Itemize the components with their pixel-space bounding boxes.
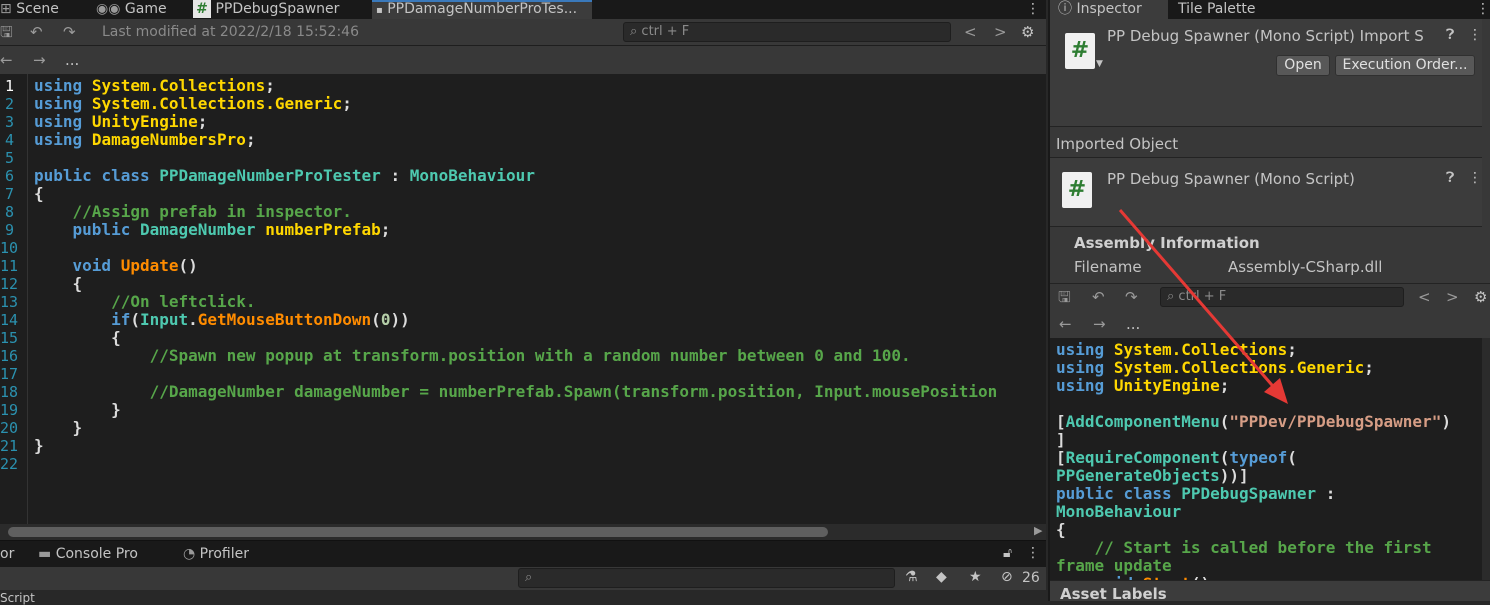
hidden-count-badge: 26 xyxy=(1022,570,1040,586)
search-next-button[interactable]: > xyxy=(994,23,1007,41)
line-number: 9 xyxy=(4,221,14,239)
forward-arrow-icon[interactable]: → xyxy=(33,51,46,69)
save-icon[interactable]: 🖫 xyxy=(0,23,13,41)
line-number: 14 xyxy=(0,311,19,329)
console-icon: ▬ xyxy=(38,546,52,562)
grid-icon: ⊞ xyxy=(0,1,12,17)
line-number: 17 xyxy=(0,365,19,383)
line-number: 16 xyxy=(0,347,19,365)
search-input[interactable]: ⌕ ctrl + F xyxy=(623,22,951,42)
line-number: 7 xyxy=(4,185,14,203)
console-footer-text: Script xyxy=(0,591,35,605)
tab-menu-icon[interactable]: ⋮ xyxy=(1026,545,1040,561)
line-number: 8 xyxy=(4,203,14,221)
star-icon[interactable]: ★ xyxy=(969,569,982,585)
tab-game[interactable]: ◉◉ Game xyxy=(96,0,186,19)
line-number: 4 xyxy=(4,131,14,149)
inspector-window: ⓘ Inspector Tile Palette ⋮ # ▼ PP Debug … xyxy=(1048,0,1490,603)
annotation-arrow-icon xyxy=(1118,209,1288,404)
console-content: Script xyxy=(0,590,1046,605)
line-number: 15 xyxy=(0,329,19,347)
line-number: 20 xyxy=(0,419,19,437)
tag-icon[interactable]: ◆ xyxy=(936,569,947,585)
line-number: 21 xyxy=(0,437,19,455)
search-icon: ⌕ xyxy=(630,24,638,39)
line-number-gutter: 1 2 3 4 5 6 7 8 9 10 11 12 13 14 15 16 1… xyxy=(0,74,28,524)
line-number: 11 xyxy=(0,257,19,275)
navigation-bar: ← → ... xyxy=(0,46,1046,74)
line-number: 10 xyxy=(0,239,19,257)
line-number: 12 xyxy=(0,275,19,293)
line-number: 18 xyxy=(0,383,19,401)
line-number: 22 xyxy=(0,455,19,473)
line-number: 6 xyxy=(4,167,14,185)
tab-profiler[interactable]: ◔ Profiler xyxy=(183,546,249,562)
bottom-tab-bar: or ▬ Console Pro ◔ Profiler 🔓︎ ⋮ xyxy=(0,540,1046,567)
script-icon: ▪ xyxy=(376,5,383,16)
scroll-right-arrow-icon[interactable]: ▶ xyxy=(1034,524,1042,537)
back-arrow-icon[interactable]: ← xyxy=(0,51,13,69)
line-number: 13 xyxy=(0,293,19,311)
line-number: 5 xyxy=(4,149,14,167)
tab-partial[interactable]: or xyxy=(0,546,14,562)
hidden-eye-icon[interactable]: ⊘ xyxy=(1001,569,1013,585)
line-number: 3 xyxy=(4,113,14,131)
code-text: using System.Collections; using System.C… xyxy=(34,76,1007,455)
code-editor-window: ⊞ Scene ◉◉ Game # PPDebugSpawner ▪ PPDam… xyxy=(0,0,1046,605)
bottom-toolbar: ⌕ ⚗ ◆ ★ ⊘ 26 xyxy=(0,567,1046,590)
last-modified-label: Last modified at 2022/2/18 15:52:46 xyxy=(102,24,359,40)
redo-icon[interactable]: ↷ xyxy=(63,23,76,41)
undo-icon[interactable]: ↶ xyxy=(30,23,43,41)
settings-gear-icon[interactable]: ⚙ xyxy=(1021,23,1034,41)
line-number: 1 xyxy=(4,77,14,95)
lock-icon[interactable]: 🔓︎ xyxy=(1003,545,1012,561)
editor-toolbar: 🖫 ↶ ↷ Last modified at 2022/2/18 15:52:4… xyxy=(0,19,1046,46)
line-number: 19 xyxy=(0,401,19,419)
search-icon: ⌕ xyxy=(525,570,533,585)
csharp-script-icon: # xyxy=(193,0,211,18)
tab-menu-icon[interactable]: ⋮ xyxy=(1026,0,1040,19)
console-search-input[interactable]: ⌕ xyxy=(518,568,895,588)
scrollbar-thumb[interactable] xyxy=(8,527,828,537)
tab-bar: ⊞ Scene ◉◉ Game # PPDebugSpawner ▪ PPDam… xyxy=(0,0,1046,19)
more-button[interactable]: ... xyxy=(65,51,79,69)
tab-console-pro[interactable]: ▬ Console Pro xyxy=(38,546,138,562)
filter-icon[interactable]: ⚗ xyxy=(905,569,918,585)
search-prev-button[interactable]: < xyxy=(964,23,977,41)
profiler-icon: ◔ xyxy=(183,546,196,562)
code-area[interactable]: 1 2 3 4 5 6 7 8 9 10 11 12 13 14 15 16 1… xyxy=(0,74,1046,524)
line-number: 2 xyxy=(4,95,14,113)
horizontal-scrollbar[interactable]: ▶ xyxy=(0,524,1046,540)
tab-scene[interactable]: ⊞ Scene xyxy=(0,0,90,19)
tab-ppdebugspawner[interactable]: # PPDebugSpawner xyxy=(193,0,368,19)
tab-ppdamagenumberprotester[interactable]: ▪ PPDamageNumberProTes... xyxy=(372,0,592,19)
gamepad-icon: ◉◉ xyxy=(96,1,121,17)
